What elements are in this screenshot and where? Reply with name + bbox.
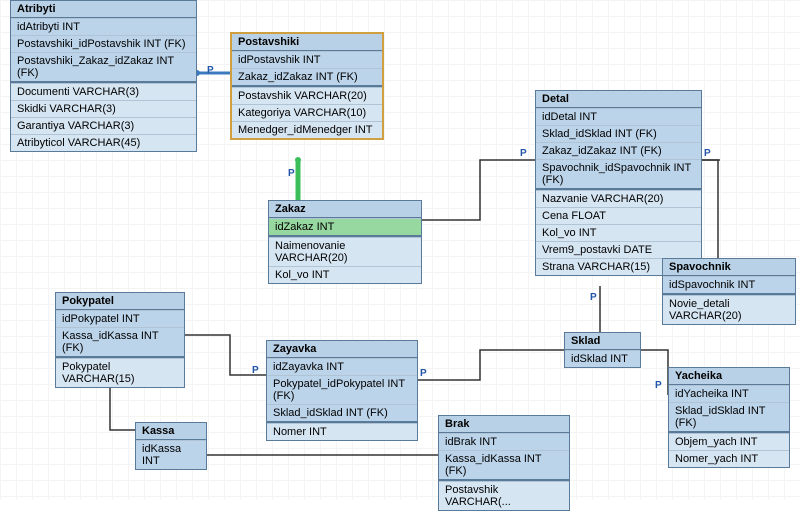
column-row: Menedger_idMenedger INT	[232, 121, 382, 138]
entity-title: Detal	[536, 91, 701, 108]
p-label: P	[655, 380, 662, 391]
column-row: Novie_detali VARCHAR(20)	[663, 295, 795, 324]
entity-title: Spavochnik	[663, 259, 795, 276]
entity-title: Zakaz	[269, 201, 421, 218]
column-row: Atribyticol VARCHAR(45)	[11, 134, 196, 151]
column-row: idKassa INT	[136, 440, 206, 469]
column-row: Zakaz_idZakaz INT (FK)	[232, 68, 382, 85]
p-label: P	[252, 365, 259, 376]
p-label: P	[704, 148, 711, 159]
column-row: idSklad INT	[565, 350, 640, 367]
entity-title: Kassa	[136, 423, 206, 440]
entity-sklad[interactable]: Sklad idSklad INT	[564, 332, 641, 368]
column-row: Vrem9_postavki DATE	[536, 241, 701, 258]
column-row: Nomer INT	[267, 423, 417, 440]
column-row: Zakaz_idZakaz INT (FK)	[536, 142, 701, 159]
column-row: Kassa_idKassa INT (FK)	[56, 327, 184, 356]
entity-postavshiki[interactable]: Postavshiki idPostavshik INTZakaz_idZaka…	[230, 32, 384, 140]
p-label: P	[288, 168, 295, 179]
column-row: Pokypatel VARCHAR(15)	[56, 358, 184, 387]
column-row: idZakaz INT	[269, 218, 421, 235]
entity-kassa[interactable]: Kassa idKassa INT	[135, 422, 207, 470]
column-row: Spavochnik_idSpavochnik INT (FK)	[536, 159, 701, 188]
entity-title: Pokypatel	[56, 293, 184, 310]
column-row: idAtribyti INT	[11, 18, 196, 35]
column-row: Objem_yach INT	[669, 433, 789, 450]
entity-title: Sklad	[565, 333, 640, 350]
column-row: Postavshik VARCHAR(...	[439, 481, 569, 510]
column-row: Nazvanie VARCHAR(20)	[536, 190, 701, 207]
entity-brak[interactable]: Brak idBrak INTKassa_idKassa INT (FK)Pos…	[438, 415, 570, 511]
column-row: Nomer_yach INT	[669, 450, 789, 467]
column-row: Postavshiki_idPostavshik INT (FK)	[11, 35, 196, 52]
entity-zayavka[interactable]: Zayavka idZayavka INTPokypatel_idPokypat…	[266, 340, 418, 441]
entity-title: Yacheika	[669, 368, 789, 385]
entity-atribyti[interactable]: Atribyti idAtribyti INTPostavshiki_idPos…	[10, 0, 197, 152]
column-row: Sklad_idSklad INT (FK)	[536, 125, 701, 142]
entity-pokypatel[interactable]: Pokypatel idPokypatel INTKassa_idKassa I…	[55, 292, 185, 388]
entity-yacheika[interactable]: Yacheika idYacheika INTSklad_idSklad INT…	[668, 367, 790, 468]
column-row: Documenti VARCHAR(3)	[11, 83, 196, 100]
column-row: Skidki VARCHAR(3)	[11, 100, 196, 117]
entity-title: Brak	[439, 416, 569, 433]
column-row: Garantiya VARCHAR(3)	[11, 117, 196, 134]
column-row: Sklad_idSklad INT (FK)	[267, 404, 417, 421]
entity-detal[interactable]: Detal idDetal INTSklad_idSklad INT (FK)Z…	[535, 90, 702, 276]
column-row: Kol_vo INT	[269, 266, 421, 283]
column-row: Pokypatel_idPokypatel INT (FK)	[267, 375, 417, 404]
column-row: Cena FLOAT	[536, 207, 701, 224]
column-row: Naimenovanie VARCHAR(20)	[269, 237, 421, 266]
column-row: Postavshiki_Zakaz_idZakaz INT (FK)	[11, 52, 196, 81]
p-label: P	[590, 292, 597, 303]
column-row: Kategoriya VARCHAR(10)	[232, 104, 382, 121]
p-label: P	[520, 148, 527, 159]
entity-title: Postavshiki	[232, 34, 382, 51]
column-row: idZayavka INT	[267, 358, 417, 375]
entity-title: Atribyti	[11, 1, 196, 18]
column-row: Kol_vo INT	[536, 224, 701, 241]
p-label: P	[207, 65, 214, 76]
p-label: P	[420, 368, 427, 379]
column-row: Kassa_idKassa INT (FK)	[439, 450, 569, 479]
column-row: Postavshik VARCHAR(20)	[232, 87, 382, 104]
column-row: idYacheika INT	[669, 385, 789, 402]
entity-spavochnik[interactable]: Spavochnik idSpavochnik INT Novie_detali …	[662, 258, 796, 325]
entity-zakaz[interactable]: Zakaz idZakaz INT Naimenovanie VARCHAR(20…	[268, 200, 422, 284]
column-row: idSpavochnik INT	[663, 276, 795, 293]
column-row: idDetal INT	[536, 108, 701, 125]
column-row: idBrak INT	[439, 433, 569, 450]
column-row: idPokypatel INT	[56, 310, 184, 327]
entity-title: Zayavka	[267, 341, 417, 358]
column-row: Sklad_idSklad INT (FK)	[669, 402, 789, 431]
column-row: idPostavshik INT	[232, 51, 382, 68]
